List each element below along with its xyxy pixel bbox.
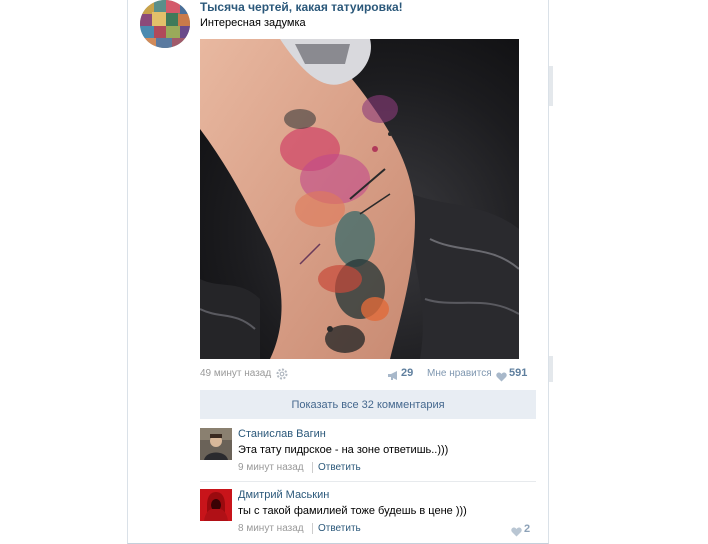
commenter-avatar[interactable] <box>200 489 232 521</box>
gear-icon[interactable] <box>276 367 288 380</box>
comment-text: ты с такой фамилией тоже будешь в цене )… <box>238 505 467 517</box>
comment-time[interactable]: 9 минут назад <box>238 462 304 473</box>
comment-text: Эта тату пидрское - на зоне ответишь..))… <box>238 444 449 456</box>
heart-icon[interactable] <box>496 369 507 382</box>
megaphone-icon[interactable] <box>387 368 400 380</box>
reply-link[interactable]: Ответить <box>318 462 361 473</box>
post-text: Интересная задумка <box>200 17 306 29</box>
comment-item: Станислав Вагин Эта тату пидрское - на з… <box>200 428 536 476</box>
post-title[interactable]: Тысяча чертей, какая татуировка! <box>200 0 403 14</box>
heart-icon[interactable] <box>511 524 522 537</box>
comment-author[interactable]: Станислав Вагин <box>238 428 326 440</box>
comment-time[interactable]: 8 минут назад <box>238 523 304 534</box>
post-card: Тысяча чертей, какая татуировка! Интерес… <box>127 0 549 544</box>
show-all-comments-button[interactable]: Показать все 32 комментария <box>200 390 536 419</box>
comment-like-count[interactable]: 2 <box>524 523 530 535</box>
post-photo[interactable] <box>200 39 519 359</box>
post-time[interactable]: 49 минут назад <box>200 368 271 379</box>
comment-separator <box>312 462 313 473</box>
comment-separator <box>312 523 313 534</box>
like-label[interactable]: Мне нравится <box>427 368 492 379</box>
like-count[interactable]: 591 <box>509 367 527 379</box>
share-count[interactable]: 29 <box>401 367 413 379</box>
show-all-comments-label: Показать все 32 комментария <box>291 398 445 411</box>
comment-divider <box>200 481 536 482</box>
commenter-avatar[interactable] <box>200 428 232 460</box>
reply-link[interactable]: Ответить <box>318 523 361 534</box>
group-avatar[interactable] <box>140 0 190 48</box>
comment-item: Дмитрий Маськин ты с такой фамилией тоже… <box>200 489 536 537</box>
comment-author[interactable]: Дмитрий Маськин <box>238 489 329 501</box>
